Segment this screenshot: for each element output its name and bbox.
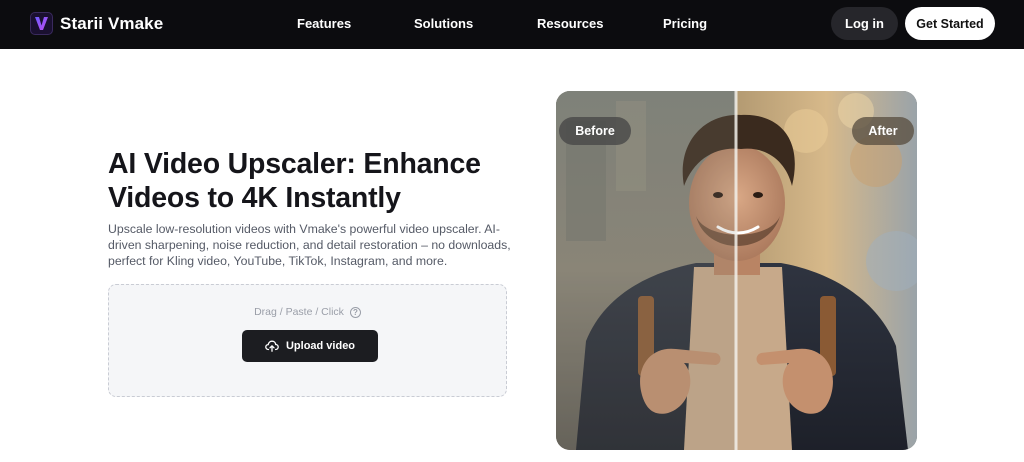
upload-video-label: Upload video — [285, 340, 356, 352]
page-title: AI Video Upscaler: Enhance Videos to 4K … — [108, 148, 481, 214]
cloud-upload-icon — [265, 340, 279, 352]
hero-description: Upscale low-resolution videos with Vmake… — [108, 222, 511, 268]
upload-hint-text: Drag / Paste / Click — [254, 306, 344, 318]
get-started-button[interactable]: Get Started — [905, 7, 995, 40]
before-label-badge: Before — [559, 117, 631, 145]
upload-hint-row: Drag / Paste / Click ? — [109, 306, 506, 318]
brand-logo[interactable]: Starii Vmake — [30, 12, 163, 35]
nav-item-features[interactable]: Features — [297, 16, 351, 31]
nav-item-solutions[interactable]: Solutions — [414, 16, 473, 31]
after-label-badge: After — [852, 117, 914, 145]
before-after-comparison[interactable]: Before After — [556, 91, 917, 450]
vmake-logo-icon — [30, 12, 53, 35]
upload-video-button[interactable]: Upload video — [242, 330, 378, 362]
brand-name: Starii Vmake — [60, 13, 164, 33]
nav-item-resources[interactable]: Resources — [537, 16, 603, 31]
nav-item-pricing[interactable]: Pricing — [663, 16, 707, 31]
top-navbar: Starii Vmake Features Solutions Resource… — [0, 0, 1024, 49]
help-circle-icon[interactable]: ? — [349, 306, 361, 318]
upload-dropzone[interactable]: Drag / Paste / Click ? Upload video — [108, 284, 507, 397]
login-button[interactable]: Log in — [831, 7, 898, 40]
